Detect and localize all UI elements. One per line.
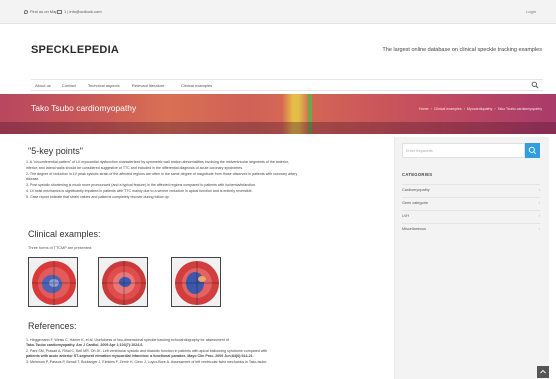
category-cardiomyopathy[interactable]: Cardiomyopathy › [402,184,540,195]
clinical-examples-subtitle: Three forms of TTCMP are presented: [28,246,93,250]
email-link-label: 1 | info@outlook.com [64,9,102,14]
top-utility-bar: Find us on Map 1 | info@outlook.com Logi… [0,0,556,24]
login-link[interactable]: Login [526,9,536,14]
page-title: Tako Tsubo cardiomyopathy [31,103,137,113]
breadcrumb-home[interactable]: Home [419,107,429,111]
chevron-right-icon: › [538,227,540,231]
breadcrumb-clinical-examples[interactable]: Clinical examples [434,107,462,111]
site-tagline: The largest online database on clinical … [382,47,542,53]
category-miscellaneous[interactable]: Miscellaneous › [402,223,540,234]
email-link[interactable]: 1 | info@outlook.com [57,9,102,14]
nav-contact[interactable]: Contact [62,83,76,88]
category-label: Miscellaneous [402,227,427,231]
sidebar-search-button[interactable] [525,143,540,158]
map-link[interactable]: Find us on Map [24,9,58,14]
scroll-to-top-button[interactable] [537,366,549,378]
list-item: 2. The degree of reduction in LV peak sy… [26,171,298,176]
bullseye-thumbnail-3[interactable] [171,257,221,307]
breadcrumb-separator: › [430,107,432,111]
references-list: 1. Heggemann F, Weiss C, Hamm K, et al. … [26,338,376,365]
list-item: disease. [26,177,40,182]
list-item: inferior, and lateral walls should be co… [26,165,244,170]
page-banner [0,94,556,134]
chevron-right-icon: › [538,188,540,192]
category-lvh[interactable]: LVH › [402,210,540,221]
list-item: 4. LV twist mechanics is significantly i… [26,188,253,193]
search-icon[interactable] [531,81,539,89]
categories-heading: CATEGORIES [402,172,433,177]
search-icon [528,146,537,155]
site-logo[interactable]: SPECKLEPEDIA [31,44,119,56]
bullseye-thumbnail-1[interactable] [28,257,78,307]
clinical-examples-heading: Clinical examples: [28,229,101,239]
list-item: 3. Post systolic shortening is much more… [26,183,257,188]
chevron-right-icon: › [538,214,540,218]
nav-relevant-literature[interactable]: Relevant literature [132,83,164,88]
list-item: 5. Case report indicate that strain valu… [26,194,170,199]
key-points-heading: "5-key points" [28,146,83,156]
banner-shade [0,122,556,134]
arrow-up-icon [540,369,546,374]
breadcrumb-current: Tako Tsubo cardiomyopathy [497,107,542,111]
main-navigation: About us Contact Technical aspects Relev… [31,79,543,91]
key-points-list: 1. A "circumferential pattern" of LV myo… [26,160,381,201]
references-heading: References: [28,321,77,331]
nav-technical-aspects[interactable]: Technical aspects [88,83,120,88]
list-item: 1. A "circumferential pattern" of LV myo… [26,160,289,164]
breadcrumb-separator: › [494,107,496,111]
category-label: LVH [402,214,410,218]
sidebar-search-input[interactable]: Enter Keywords [402,143,525,158]
nav-clinical-examples[interactable]: Clinical examples [181,83,212,88]
category-geen-categorie[interactable]: Geen categorie › [402,197,540,208]
envelope-icon [57,9,62,14]
breadcrumb-myocardiopathy[interactable]: Myocardiopathy [467,107,492,111]
category-label: Geen categorie [402,201,428,205]
breadcrumb-separator: › [463,107,465,111]
bullseye-thumbnail-2[interactable] [98,257,148,307]
nav-about-us[interactable]: About us [35,83,51,88]
chevron-right-icon: › [538,201,540,205]
category-label: Cardiomyopathy [402,188,430,192]
list-item: 3. Meimoun P, Passos P, Benali T, Boulan… [26,359,267,364]
map-link-label: Find us on Map [30,9,58,14]
breadcrumb: Home › Clinical examples › Myocardiopath… [419,107,542,111]
map-pin-icon [24,9,28,14]
